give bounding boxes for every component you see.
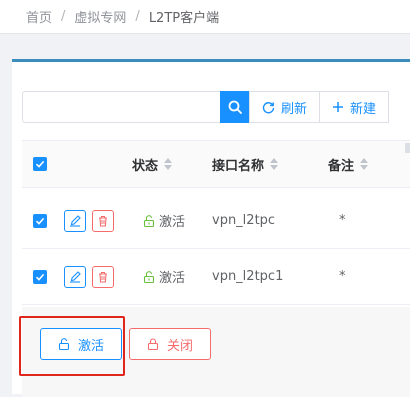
breadcrumb-current: L2TP客户端 xyxy=(148,11,220,26)
row-select-cell xyxy=(33,193,47,248)
close-button[interactable]: 关闭 xyxy=(129,328,211,360)
sort-icon[interactable] xyxy=(270,158,279,170)
row-select-cell xyxy=(33,249,47,304)
interface-name-cell: vpn_l2tpc1 xyxy=(212,269,284,284)
breadcrumb-vpn[interactable]: 虚拟专网 xyxy=(74,7,126,26)
breadcrumb-separator: / xyxy=(135,9,140,24)
table-row: 激活 vpn_l2tpc1 * xyxy=(22,249,410,305)
highlight-box xyxy=(19,316,125,376)
refresh-icon xyxy=(262,101,275,114)
refresh-button[interactable]: 刷新 xyxy=(249,91,321,123)
table-row: 激活 vpn_l2tpc * xyxy=(22,193,410,249)
select-all-cell xyxy=(33,141,47,187)
column-interface-name[interactable]: 接口名称 xyxy=(212,141,279,187)
sort-icon[interactable] xyxy=(164,158,173,170)
breadcrumb: 首页 / 虚拟专网 / L2TP客户端 xyxy=(0,0,410,34)
unlock-icon xyxy=(143,214,155,227)
row-checkbox[interactable] xyxy=(33,213,47,228)
check-icon xyxy=(35,160,45,168)
table-header: 状态 接口名称 备注 xyxy=(22,140,410,188)
delete-button[interactable] xyxy=(92,209,114,232)
column-remark-label: 备注 xyxy=(328,158,355,174)
column-remark[interactable]: 备注 xyxy=(328,141,369,187)
status-text: 激活 xyxy=(159,271,186,286)
sort-icon[interactable] xyxy=(360,158,369,170)
select-all-checkbox[interactable] xyxy=(33,157,47,171)
search-icon xyxy=(228,100,242,114)
edit-icon xyxy=(70,214,81,227)
column-status-label: 状态 xyxy=(132,158,159,174)
status-cell: 激活 xyxy=(143,249,185,304)
breadcrumb-separator: / xyxy=(61,9,66,24)
column-status[interactable]: 状态 xyxy=(132,141,173,187)
edit-icon xyxy=(70,270,81,283)
edit-button[interactable] xyxy=(64,209,86,232)
column-interface-name-label: 接口名称 xyxy=(212,158,265,174)
edit-button[interactable] xyxy=(64,265,86,288)
unlock-icon xyxy=(143,270,155,283)
remark-cell: * xyxy=(339,269,346,284)
status-cell: 激活 xyxy=(143,193,185,248)
trash-icon xyxy=(99,271,107,283)
delete-button[interactable] xyxy=(92,265,114,288)
search-input[interactable] xyxy=(22,91,220,123)
close-label: 关闭 xyxy=(166,338,193,354)
breadcrumb-home[interactable]: 首页 xyxy=(26,7,52,26)
check-icon xyxy=(35,273,45,281)
check-icon xyxy=(35,217,45,225)
lock-icon xyxy=(147,338,159,350)
trash-icon xyxy=(99,215,107,227)
row-checkbox[interactable] xyxy=(33,269,47,284)
row-actions xyxy=(64,249,114,304)
new-label: 新建 xyxy=(350,101,377,117)
search-button[interactable] xyxy=(220,91,250,123)
scrollbar-edge[interactable] xyxy=(405,143,410,153)
new-button[interactable]: 新建 xyxy=(319,91,390,123)
remark-cell: * xyxy=(339,213,346,228)
interface-name-cell: vpn_l2tpc xyxy=(212,213,276,228)
toolbar: 刷新 新建 xyxy=(22,91,390,123)
row-actions xyxy=(64,193,114,248)
plus-icon xyxy=(332,101,344,113)
refresh-label: 刷新 xyxy=(281,101,308,117)
status-text: 激活 xyxy=(159,215,186,230)
